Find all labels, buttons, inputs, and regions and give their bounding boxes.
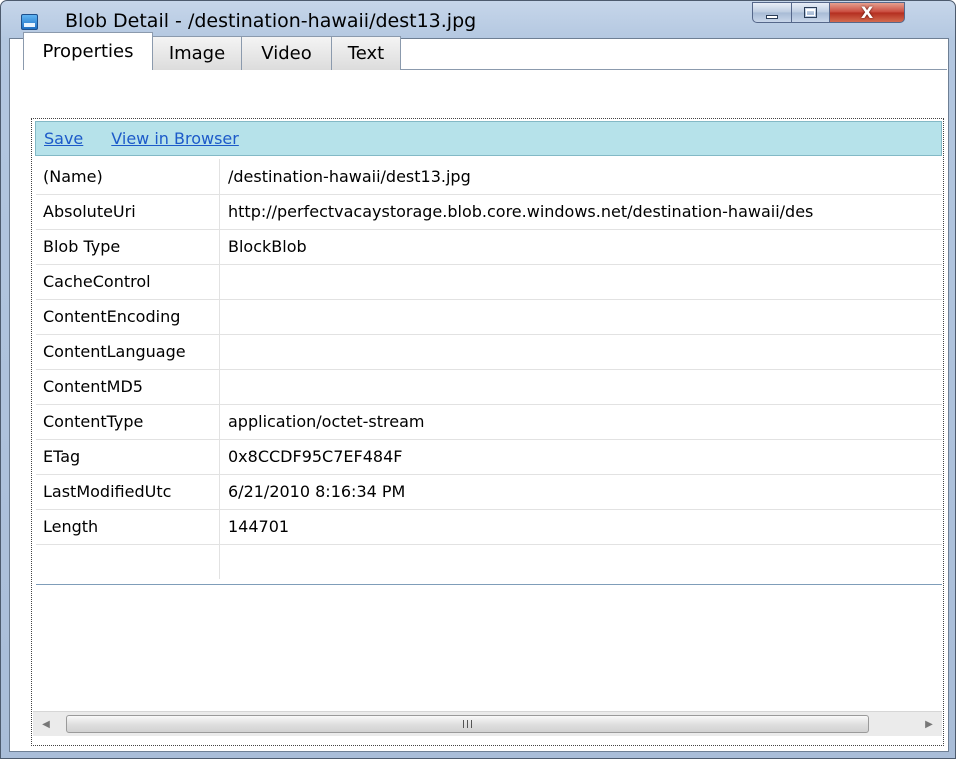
table-row[interactable] xyxy=(36,544,942,580)
blob-detail-window: Blob Detail - /destination-hawaii/dest13… xyxy=(0,0,956,759)
property-value: /destination-hawaii/dest13.jpg xyxy=(228,167,471,186)
property-name: ContentMD5 xyxy=(36,369,220,404)
property-name: ContentEncoding xyxy=(36,299,220,334)
property-value xyxy=(220,299,942,334)
table-row[interactable]: ContentEncoding xyxy=(36,299,942,335)
property-name: CacheControl xyxy=(36,264,220,299)
table-row[interactable]: LastModifiedUtc 6/21/2010 8:16:34 PM xyxy=(36,474,942,510)
property-value xyxy=(220,544,942,579)
property-value: application/octet-stream xyxy=(228,412,425,431)
window-title: Blob Detail - /destination-hawaii/dest13… xyxy=(65,10,477,32)
properties-grid: (Name) /destination-hawaii/dest13.jpg Ab… xyxy=(36,159,942,585)
view-in-browser-link[interactable]: View in Browser xyxy=(111,129,239,148)
property-value: 0x8CCDF95C7EF484F xyxy=(228,447,403,466)
property-name: AbsoluteUri xyxy=(36,194,220,229)
tab-text[interactable]: Text xyxy=(331,36,401,70)
table-row[interactable]: ContentLanguage xyxy=(36,334,942,370)
caption-buttons: X xyxy=(752,2,905,24)
table-row[interactable]: ETag 0x8CCDF95C7EF484F xyxy=(36,439,942,475)
property-name: (Name) xyxy=(36,159,220,194)
minimize-button[interactable] xyxy=(752,2,792,23)
properties-toolbar: Save View in Browser xyxy=(35,121,942,156)
table-row[interactable]: ContentType application/octet-stream xyxy=(36,404,942,440)
property-name: Length xyxy=(36,509,220,544)
maximize-button[interactable] xyxy=(792,2,830,23)
table-row[interactable]: AbsoluteUri http://perfectvacaystorage.b… xyxy=(36,194,942,230)
horizontal-scrollbar[interactable]: ◀ ▶ xyxy=(33,711,942,736)
scroll-right-icon[interactable]: ▶ xyxy=(918,712,940,736)
property-name: ETag xyxy=(36,439,220,474)
maximize-icon xyxy=(804,7,817,18)
table-row[interactable]: CacheControl xyxy=(36,264,942,300)
tab-properties[interactable]: Properties xyxy=(23,32,153,70)
tab-video[interactable]: Video xyxy=(241,36,332,70)
save-link[interactable]: Save xyxy=(44,129,83,148)
table-row[interactable]: ContentMD5 xyxy=(36,369,942,405)
property-name: ContentType xyxy=(36,404,220,439)
property-name: Blob Type xyxy=(36,229,220,264)
close-button[interactable]: X xyxy=(830,2,905,23)
property-value xyxy=(220,369,942,404)
property-value: BlockBlob xyxy=(228,237,307,256)
tab-image[interactable]: Image xyxy=(152,36,242,70)
property-name: LastModifiedUtc xyxy=(36,474,220,509)
property-value: 6/21/2010 8:16:34 PM xyxy=(228,482,406,501)
property-value xyxy=(220,264,942,299)
table-row[interactable]: Blob Type BlockBlob xyxy=(36,229,942,265)
property-value: http://perfectvacaystorage.blob.core.win… xyxy=(228,202,814,221)
property-value: 144701 xyxy=(228,517,290,536)
scroll-left-icon[interactable]: ◀ xyxy=(35,712,57,736)
close-icon: X xyxy=(860,2,874,22)
grip-icon xyxy=(463,720,472,728)
table-row[interactable]: Length 144701 xyxy=(36,509,942,545)
tab-strip: Properties Image Video Text xyxy=(23,32,401,70)
app-window-icon xyxy=(21,14,38,30)
property-name xyxy=(36,544,220,579)
scrollbar-thumb[interactable] xyxy=(66,715,869,733)
minimize-icon xyxy=(766,14,778,19)
property-value xyxy=(220,334,942,369)
property-name: ContentLanguage xyxy=(36,334,220,369)
table-row[interactable]: (Name) /destination-hawaii/dest13.jpg xyxy=(36,159,942,195)
